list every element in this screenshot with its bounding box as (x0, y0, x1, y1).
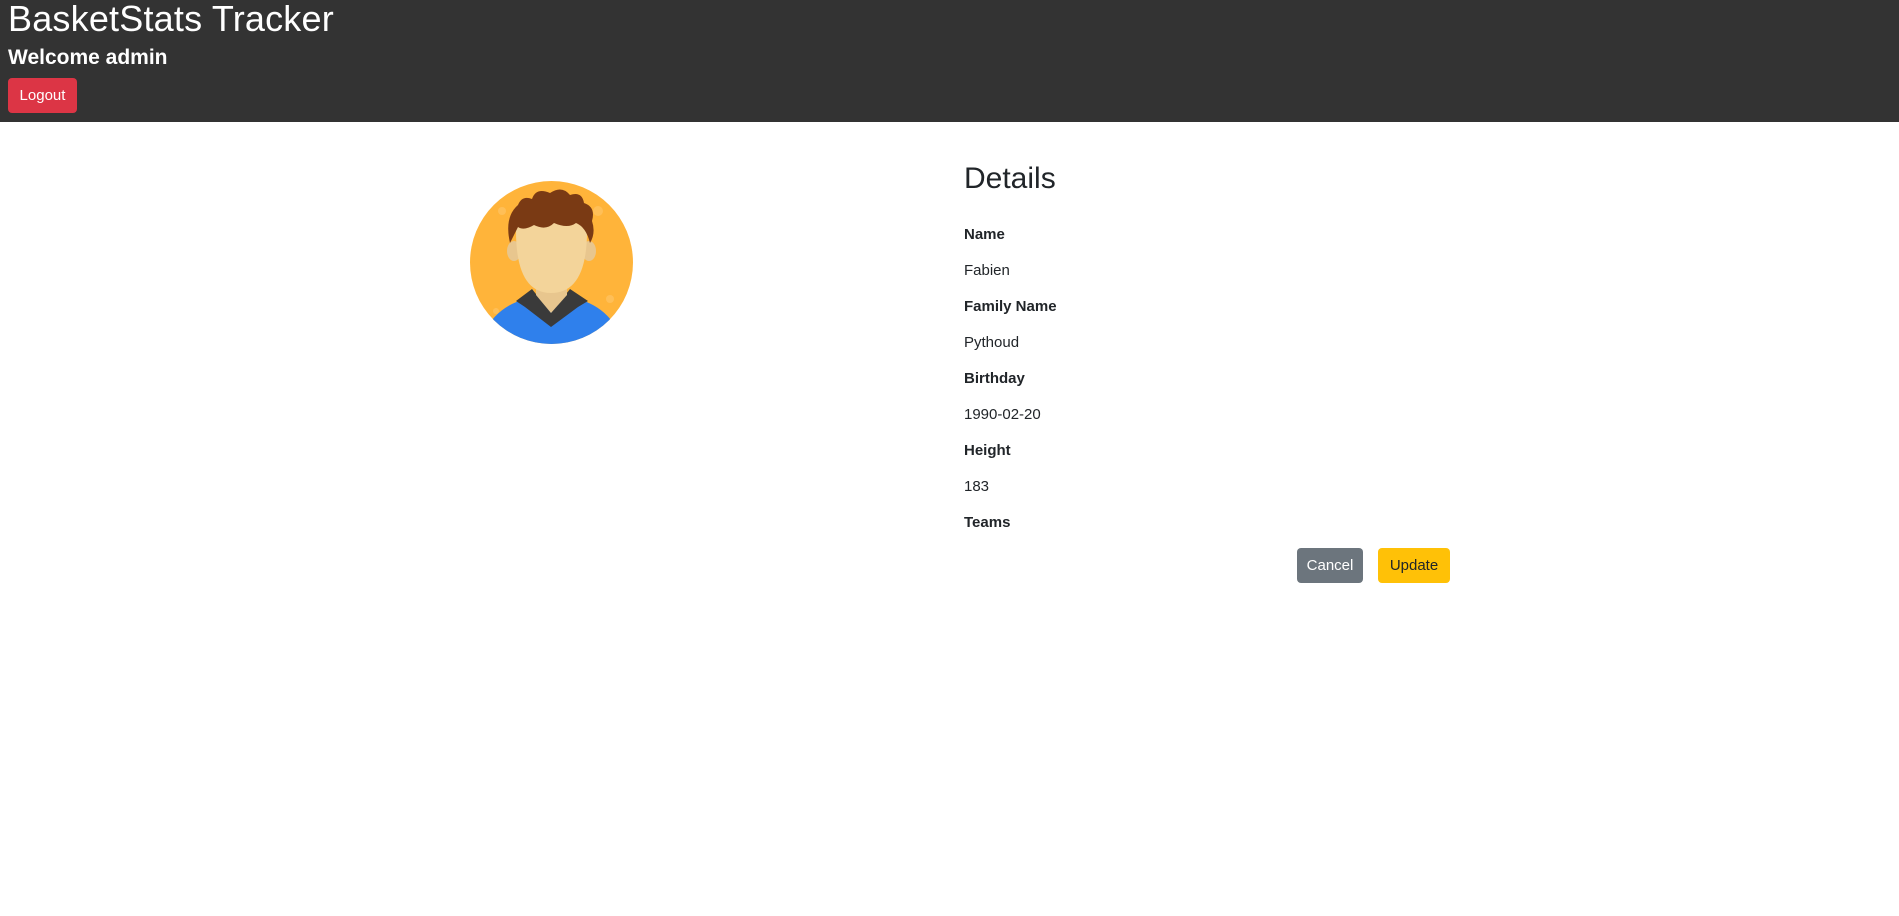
height-label: Height (964, 442, 1011, 459)
app-title: BasketStats Tracker (8, 0, 334, 39)
update-button[interactable]: Update (1378, 548, 1450, 583)
logout-button[interactable]: Logout (8, 78, 77, 113)
cancel-button[interactable]: Cancel (1297, 548, 1363, 583)
family-name-label: Family Name (964, 298, 1057, 315)
top-bar: BasketStats Tracker Welcome admin Logout (0, 0, 1899, 122)
name-value: Fabien (964, 262, 1010, 279)
name-label: Name (964, 226, 1005, 243)
birthday-label: Birthday (964, 370, 1025, 387)
birthday-value: 1990-02-20 (964, 406, 1041, 423)
details-heading: Details (964, 162, 1056, 195)
family-name-value: Pythoud (964, 334, 1020, 351)
teams-label: Teams (964, 514, 1011, 531)
welcome-message: Welcome admin (8, 46, 168, 69)
height-value: 183 (964, 478, 990, 495)
person-avatar-icon (470, 181, 633, 344)
details-panel: Details Name Fabien Family Name Pythoud … (964, 160, 1456, 531)
